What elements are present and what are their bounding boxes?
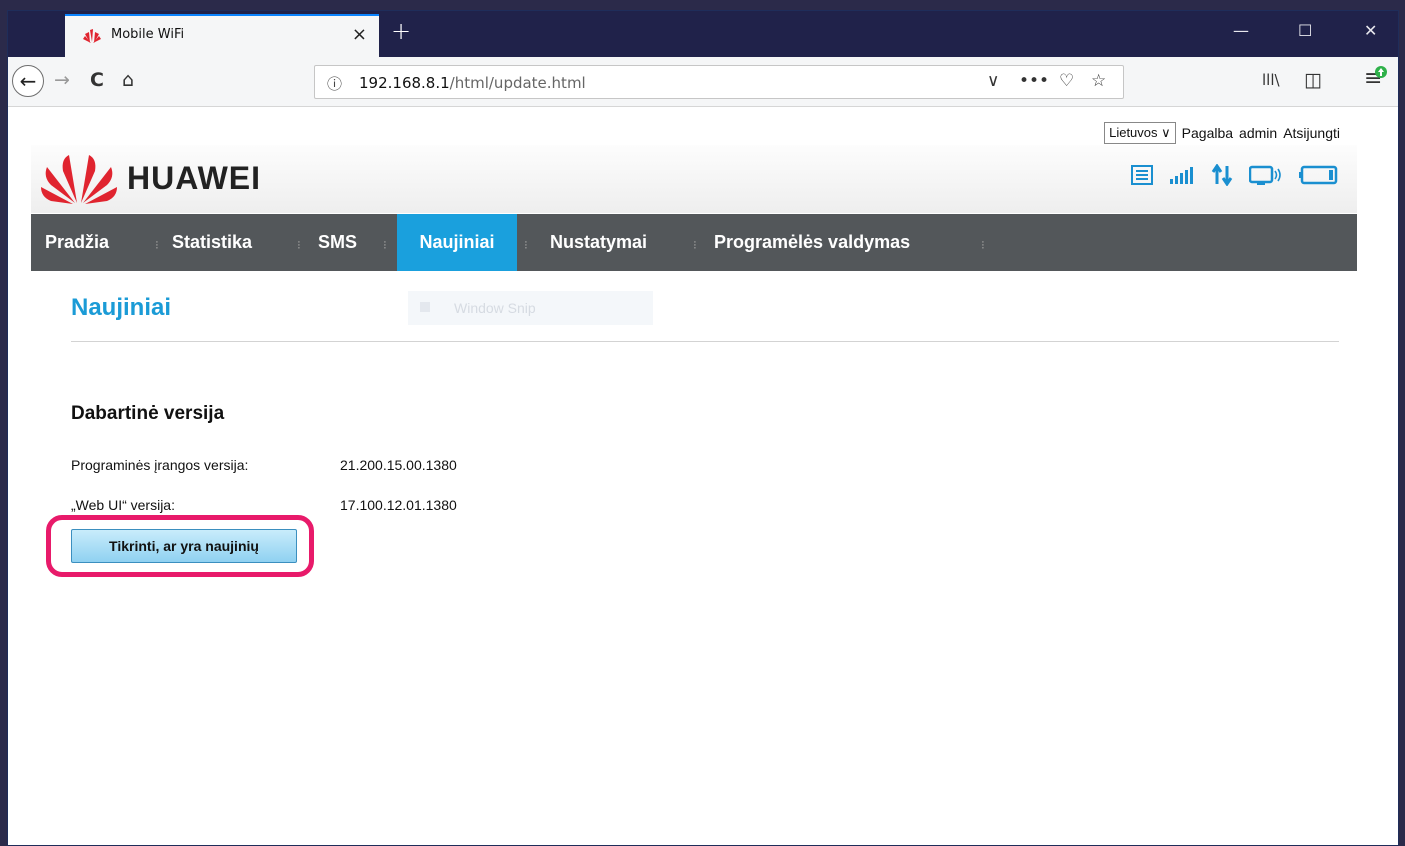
- menu-item-statistics[interactable]: Statistika: [172, 214, 252, 271]
- main-menu: Pradžia ⁝ Statistika ⁝ SMS ⁝ Naujiniai ⁝…: [31, 214, 1357, 271]
- brand-name: HUAWEI: [127, 160, 261, 196]
- menu-item-updates[interactable]: Naujiniai: [397, 214, 517, 271]
- bookmark-star-icon[interactable]: ☆: [1091, 71, 1106, 91]
- pocket-icon[interactable]: ♡: [1059, 71, 1074, 91]
- firmware-version-value: 21.200.15.00.1380: [340, 457, 457, 473]
- status-icons: [1131, 164, 1339, 186]
- new-tab-icon[interactable]: +: [391, 17, 411, 45]
- url-text[interactable]: 192.168.8.1/html/update.html: [359, 74, 586, 92]
- library-icon[interactable]: lll\: [1262, 71, 1280, 89]
- menu-item-sms[interactable]: SMS: [318, 214, 357, 271]
- site-info-icon[interactable]: ⓘ: [327, 73, 342, 94]
- address-bar[interactable]: ⓘ 192.168.8.1/html/update.html ∨ ••• ♡ ☆: [314, 65, 1124, 99]
- snip-label: Window Snip: [454, 300, 536, 316]
- data-transfer-icon: [1211, 164, 1233, 186]
- sidebar-icon[interactable]: ◫: [1304, 69, 1322, 91]
- menu-separator: ⁝: [981, 238, 985, 252]
- menu-separator: ⁝: [155, 238, 159, 252]
- menu-item-home[interactable]: Pradžia: [45, 214, 109, 271]
- browser-window: Mobile WiFi × + — ☐ ✕ ← → C ⌂ ⓘ 192.168.…: [7, 10, 1399, 846]
- sms-list-icon[interactable]: [1131, 165, 1153, 185]
- back-icon[interactable]: ←: [12, 65, 44, 97]
- page-content: Lietuvos ∨ Pagalba admin Atsijungti HUAW…: [8, 107, 1398, 845]
- language-value: Lietuvos: [1109, 125, 1158, 140]
- close-window-icon[interactable]: ✕: [1364, 21, 1377, 40]
- webui-version-label: „Web UI“ versija:: [71, 497, 175, 513]
- help-link[interactable]: Pagalba: [1182, 125, 1233, 141]
- menu-separator: ⁝: [383, 238, 387, 252]
- webui-version-value: 17.100.12.01.1380: [340, 497, 457, 513]
- url-path: /html/update.html: [449, 74, 586, 92]
- top-meta-links: Lietuvos ∨ Pagalba admin Atsijungti: [1104, 122, 1340, 144]
- browser-tab[interactable]: Mobile WiFi ×: [65, 14, 379, 57]
- url-dropdown-icon[interactable]: ∨: [987, 71, 999, 91]
- page-title: Naujiniai: [71, 294, 172, 321]
- check-updates-button[interactable]: Tikrinti, ar yra naujinių: [71, 529, 297, 563]
- tab-title: Mobile WiFi: [111, 27, 185, 42]
- language-select[interactable]: Lietuvos ∨: [1104, 122, 1176, 144]
- menu-separator: ⁝: [693, 238, 697, 252]
- huawei-favicon-icon: [83, 29, 101, 43]
- home-icon[interactable]: ⌂: [122, 69, 134, 91]
- title-bar: Mobile WiFi × + — ☐ ✕: [8, 11, 1398, 57]
- firmware-version-label: Programinės įrangos versija:: [71, 457, 249, 473]
- chevron-down-icon: ∨: [1161, 125, 1171, 140]
- signal-strength-icon: [1170, 167, 1193, 184]
- snip-icon: [420, 302, 430, 312]
- battery-icon: [1299, 165, 1338, 185]
- update-available-icon[interactable]: [1374, 65, 1388, 79]
- huawei-logo-icon: [41, 155, 117, 204]
- section-title: Dabartinė versija: [71, 403, 225, 424]
- navigation-bar: ← → C ⌂ ⓘ 192.168.8.1/html/update.html ∨…: [8, 57, 1398, 107]
- menu-item-app-management[interactable]: Programėlės valdymas: [714, 214, 910, 271]
- menu-item-settings[interactable]: Nustatymai: [550, 214, 647, 271]
- tab-close-icon[interactable]: ×: [352, 24, 367, 45]
- url-host: 192.168.8.1: [359, 74, 450, 92]
- forward-icon[interactable]: →: [54, 69, 70, 91]
- logout-link[interactable]: Atsijungti: [1283, 125, 1340, 141]
- title-divider: [71, 341, 1339, 342]
- reload-icon[interactable]: C: [90, 69, 104, 91]
- minimize-icon[interactable]: —: [1233, 21, 1249, 40]
- window-snip-overlay: Window Snip: [408, 291, 653, 325]
- wifi-device-icon: [1249, 165, 1281, 185]
- user-name: admin: [1239, 125, 1278, 141]
- maximize-icon[interactable]: ☐: [1298, 21, 1312, 40]
- header: HUAWEI: [31, 145, 1357, 213]
- menu-separator: ⁝: [297, 238, 301, 252]
- page-actions-icon[interactable]: •••: [1019, 71, 1049, 91]
- menu-separator: ⁝: [524, 238, 528, 252]
